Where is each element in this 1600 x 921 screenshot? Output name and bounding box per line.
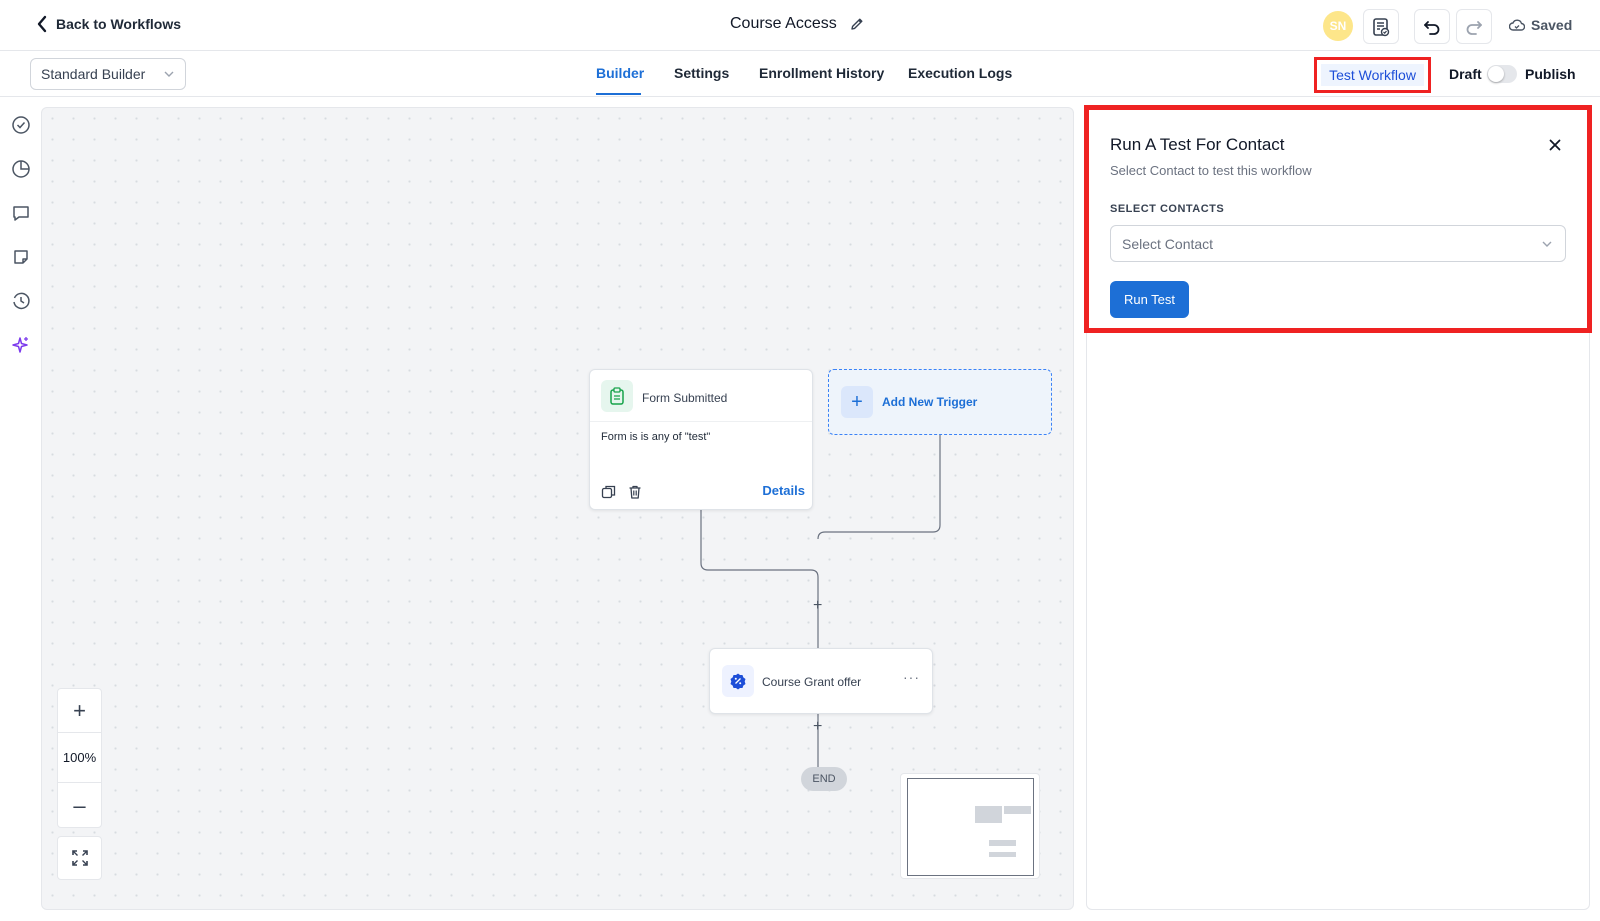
note-icon[interactable] (11, 247, 31, 267)
tab-enrollment-history[interactable]: Enrollment History (759, 65, 884, 81)
builder-mode-select[interactable]: Standard Builder (30, 58, 186, 90)
builder-mode-value: Standard Builder (41, 66, 146, 82)
top-bar: Back to Workflows Course Access SN Saved (0, 0, 1600, 51)
select-contact-dropdown[interactable]: Select Contact (1110, 225, 1566, 262)
action-node-name: Course Grant offer (762, 675, 862, 689)
add-step-button-2[interactable]: + (813, 718, 822, 736)
workflow-canvas[interactable]: Form Submitted Form is is any of "test" … (41, 107, 1074, 910)
draft-label: Draft (1449, 66, 1482, 82)
workflow-title-area: Course Access (730, 15, 865, 33)
course-offer-icon (722, 665, 754, 697)
back-to-workflows-link[interactable]: Back to Workflows (36, 15, 181, 33)
trigger-node-footer: Details (601, 483, 805, 501)
zoom-in-button[interactable]: + (58, 689, 101, 733)
avatar[interactable]: SN (1323, 11, 1353, 41)
saved-label: Saved (1531, 17, 1573, 33)
add-new-trigger-node[interactable]: + Add New Trigger (828, 369, 1052, 435)
chevron-left-icon (37, 15, 47, 33)
workflow-title: Course Access (730, 15, 837, 32)
back-label: Back to Workflows (56, 16, 181, 32)
plus-icon: + (841, 386, 873, 418)
toggle-knob (1488, 66, 1504, 82)
trigger-node-header: Form Submitted (590, 370, 812, 422)
trash-icon[interactable] (627, 484, 643, 500)
document-check-icon (1373, 17, 1390, 36)
chevron-down-icon (164, 71, 174, 77)
trigger-node-name: Form Submitted (642, 391, 728, 405)
add-new-trigger-label: Add New Trigger (882, 395, 978, 409)
more-options-icon[interactable]: ··· (903, 669, 920, 685)
tab-execution-logs[interactable]: Execution Logs (908, 65, 1012, 81)
add-step-button[interactable]: + (813, 597, 822, 615)
sparkles-icon[interactable] (11, 335, 31, 355)
chevron-down-icon (1542, 241, 1552, 247)
zoom-level: 100% (58, 733, 101, 783)
select-contact-placeholder: Select Contact (1122, 235, 1214, 252)
active-tab-indicator (596, 93, 641, 95)
clipboard-icon (601, 380, 633, 412)
redo-button[interactable] (1456, 9, 1492, 44)
pie-chart-icon[interactable] (11, 159, 31, 179)
history-icon[interactable] (11, 291, 31, 311)
check-circle-icon[interactable] (11, 115, 31, 135)
sub-bar: Standard Builder Builder Settings Enroll… (0, 51, 1600, 97)
publish-label: Publish (1525, 66, 1576, 82)
notes-button[interactable] (1363, 9, 1399, 44)
panel-title: Run A Test For Contact (1110, 135, 1285, 154)
minimap-node (1004, 806, 1031, 814)
action-node-course-grant[interactable]: Course Grant offer ··· (709, 648, 933, 714)
trigger-node-condition: Form is is any of "test" (601, 431, 711, 443)
run-test-button[interactable]: Run Test (1110, 281, 1189, 318)
redo-icon (1466, 20, 1482, 35)
tab-builder[interactable]: Builder (596, 65, 644, 81)
panel-subtitle: Select Contact to test this workflow (1110, 163, 1312, 178)
trigger-node-form-submitted[interactable]: Form Submitted Form is is any of "test" … (589, 369, 813, 510)
undo-button[interactable] (1414, 9, 1450, 44)
close-icon[interactable] (1546, 136, 1564, 154)
expand-icon (71, 850, 88, 866)
minimap[interactable] (900, 773, 1040, 879)
minimap-node (975, 806, 1002, 823)
minimap-node (989, 852, 1016, 857)
test-workflow-button[interactable]: Test Workflow (1321, 64, 1424, 86)
cloud-check-icon (1509, 19, 1525, 31)
pencil-icon[interactable] (849, 16, 865, 32)
tab-settings[interactable]: Settings (674, 65, 729, 81)
minimap-viewport (907, 778, 1034, 876)
details-link[interactable]: Details (762, 483, 805, 498)
test-workflow-highlight: Test Workflow (1314, 57, 1431, 93)
zoom-out-button[interactable]: – (58, 783, 101, 829)
minimap-node (989, 840, 1016, 846)
undo-icon (1424, 20, 1440, 35)
select-contacts-label: SELECT CONTACTS (1110, 203, 1225, 215)
saved-status: Saved (1509, 17, 1572, 33)
fit-view-button[interactable] (57, 836, 102, 880)
comment-icon[interactable] (11, 203, 31, 223)
zoom-controls: + 100% – (57, 688, 102, 828)
publish-toggle[interactable] (1487, 65, 1517, 83)
end-node: END (801, 767, 847, 791)
copy-icon[interactable] (601, 484, 617, 500)
